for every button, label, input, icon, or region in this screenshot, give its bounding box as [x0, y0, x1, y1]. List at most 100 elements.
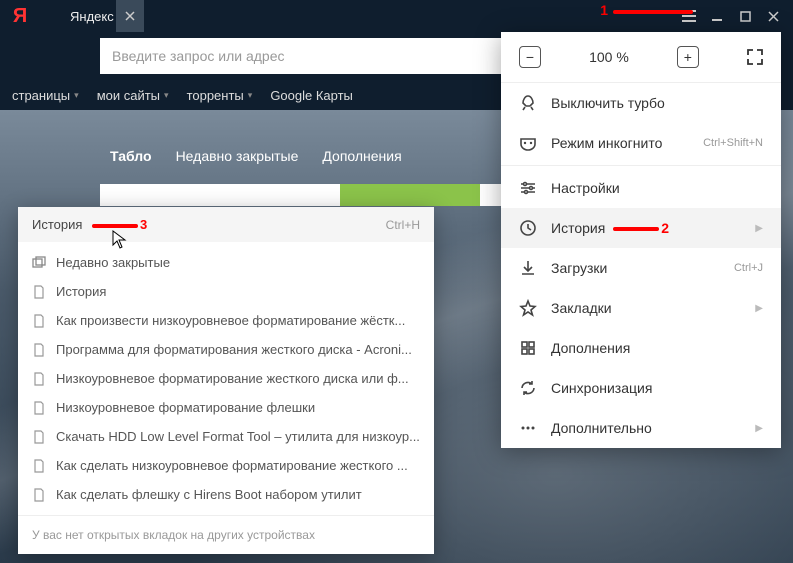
- history-item[interactable]: Как сделать флешку с Hirens Boot набором…: [18, 480, 434, 509]
- zoom-out-button[interactable]: −: [519, 46, 541, 68]
- bookmark-torrents[interactable]: торренты ▾: [187, 88, 253, 103]
- tab-tablo[interactable]: Табло: [110, 148, 152, 164]
- star-icon: [519, 299, 537, 317]
- chevron-down-icon: ▾: [74, 90, 79, 101]
- history-item-label: Недавно закрытые: [56, 255, 170, 270]
- chevron-right-icon: ▶: [755, 423, 763, 434]
- history-item[interactable]: Как сделать низкоуровневое форматировани…: [18, 451, 434, 480]
- annotation-3-label: 3: [140, 217, 147, 232]
- menu-item-label: Загрузки: [551, 260, 720, 276]
- close-icon: [125, 11, 135, 21]
- address-placeholder: Введите запрос или адрес: [112, 48, 285, 64]
- menu-item-label: Закладки: [551, 300, 741, 316]
- menu-item-dots[interactable]: Дополнительно ▶: [501, 408, 781, 448]
- history-item[interactable]: Низкоуровневое форматирование флешки: [18, 393, 434, 422]
- chevron-right-icon: ▶: [755, 303, 763, 314]
- menu-item-label: Дополнения: [551, 340, 763, 356]
- menu-item-label: История2: [551, 220, 741, 236]
- minimize-button[interactable]: [709, 8, 725, 24]
- history-list: Недавно закрытые История Как произвести ни…: [18, 242, 434, 515]
- bookmark-label: страницы: [12, 88, 70, 103]
- tab-title: Яндекс: [70, 9, 114, 24]
- settings-icon: [519, 179, 537, 197]
- menu-item-clock[interactable]: История2 ▶: [501, 208, 781, 248]
- main-menu: − 100 % + Выключить турбоРежим инкогнито…: [501, 32, 781, 448]
- history-item[interactable]: Недавно закрытые: [18, 248, 434, 277]
- yandex-logo: Я: [0, 0, 40, 32]
- menu-item-download[interactable]: Загрузки Ctrl+J: [501, 248, 781, 288]
- bookmark-pages[interactable]: страницы ▾: [12, 88, 79, 103]
- fullscreen-button[interactable]: [747, 49, 763, 65]
- annotation-3-line: [92, 224, 138, 228]
- tab-close-button[interactable]: [116, 0, 144, 32]
- page-icon: [32, 372, 46, 386]
- history-shortcut: Ctrl+H: [386, 218, 420, 232]
- menu-item-label: Синхронизация: [551, 380, 763, 396]
- menu-item-label: Режим инкогнито: [551, 135, 689, 151]
- maximize-icon: [740, 11, 751, 22]
- tab-addons[interactable]: Дополнения: [322, 148, 401, 164]
- bookmark-label: торренты: [187, 88, 244, 103]
- menu-item-label: Настройки: [551, 180, 763, 196]
- history-item[interactable]: История: [18, 277, 434, 306]
- minimize-icon: [711, 10, 723, 22]
- titlebar: Я Яндекс: [0, 0, 793, 32]
- history-item[interactable]: Низкоуровневое форматирование жесткого д…: [18, 364, 434, 393]
- page-icon: [32, 430, 46, 444]
- annotation-1-label: 1: [600, 2, 608, 18]
- menu-shortcut: Ctrl+Shift+N: [703, 137, 763, 149]
- maximize-button[interactable]: [737, 8, 753, 24]
- dots-icon: [519, 419, 537, 437]
- bookmark-label: Google Карты: [270, 88, 353, 103]
- window-controls: [681, 0, 793, 32]
- history-item[interactable]: Как произвести низкоуровневое форматиров…: [18, 306, 434, 335]
- menu-item-star[interactable]: Закладки ▶: [501, 288, 781, 328]
- zoom-in-button[interactable]: +: [677, 46, 699, 68]
- bookmark-google-maps[interactable]: Google Карты: [270, 88, 353, 103]
- chevron-down-icon: ▾: [164, 90, 169, 101]
- annotation-2-label: 2: [661, 220, 669, 236]
- history-title-text: История: [32, 217, 82, 232]
- history-item-label: Низкоуровневое форматирование флешки: [56, 400, 315, 415]
- chevron-down-icon: ▾: [248, 90, 253, 101]
- history-flyout-header[interactable]: История 3 Ctrl+H: [18, 207, 434, 242]
- annotation-1-line: [613, 10, 693, 14]
- history-flyout-title: История 3: [32, 217, 147, 232]
- menu-shortcut: Ctrl+J: [734, 262, 763, 274]
- mask-icon: [519, 134, 537, 152]
- tablo-tile[interactable]: [340, 184, 480, 206]
- bookmark-label: мои сайты: [97, 88, 160, 103]
- menu-item-sync[interactable]: Синхронизация: [501, 368, 781, 408]
- menu-item-label: Выключить турбо: [551, 95, 763, 111]
- chevron-right-icon: ▶: [755, 223, 763, 234]
- page-icon: [32, 459, 46, 473]
- history-item-label: Как сделать низкоуровневое форматировани…: [56, 458, 408, 473]
- history-item-label: Как сделать флешку с Hirens Boot набором…: [56, 487, 362, 502]
- tab-recently-closed[interactable]: Недавно закрытые: [176, 148, 299, 164]
- close-window-button[interactable]: [765, 8, 781, 24]
- history-item[interactable]: Скачать HDD Low Level Format Tool – утил…: [18, 422, 434, 451]
- page-icon: [32, 401, 46, 415]
- history-item-label: Программа для форматирования жесткого ди…: [56, 342, 412, 357]
- sync-icon: [519, 379, 537, 397]
- menu-item-settings[interactable]: Настройки: [501, 168, 781, 208]
- history-flyout: История 3 Ctrl+H Недавно закрытые История…: [18, 207, 434, 554]
- menu-separator: [501, 165, 781, 166]
- menu-item-label: Дополнительно: [551, 420, 741, 436]
- browser-tab[interactable]: Яндекс: [40, 0, 144, 32]
- close-icon: [768, 11, 779, 22]
- page-icon: [32, 343, 46, 357]
- page-icon: [32, 314, 46, 328]
- rocket-icon: [519, 94, 537, 112]
- download-icon: [519, 259, 537, 277]
- fullscreen-icon: [747, 49, 763, 65]
- history-item[interactable]: Программа для форматирования жесткого ди…: [18, 335, 434, 364]
- menu-item-mask[interactable]: Режим инкогнито Ctrl+Shift+N: [501, 123, 781, 163]
- menu-item-rocket[interactable]: Выключить турбо: [501, 83, 781, 123]
- menu-item-addon[interactable]: Дополнения: [501, 328, 781, 368]
- page-icon: [32, 488, 46, 502]
- tabs-icon: [32, 256, 46, 270]
- history-item-label: Низкоуровневое форматирование жесткого д…: [56, 371, 409, 386]
- bookmark-mysites[interactable]: мои сайты ▾: [97, 88, 169, 103]
- history-item-label: Как произвести низкоуровневое форматиров…: [56, 313, 405, 328]
